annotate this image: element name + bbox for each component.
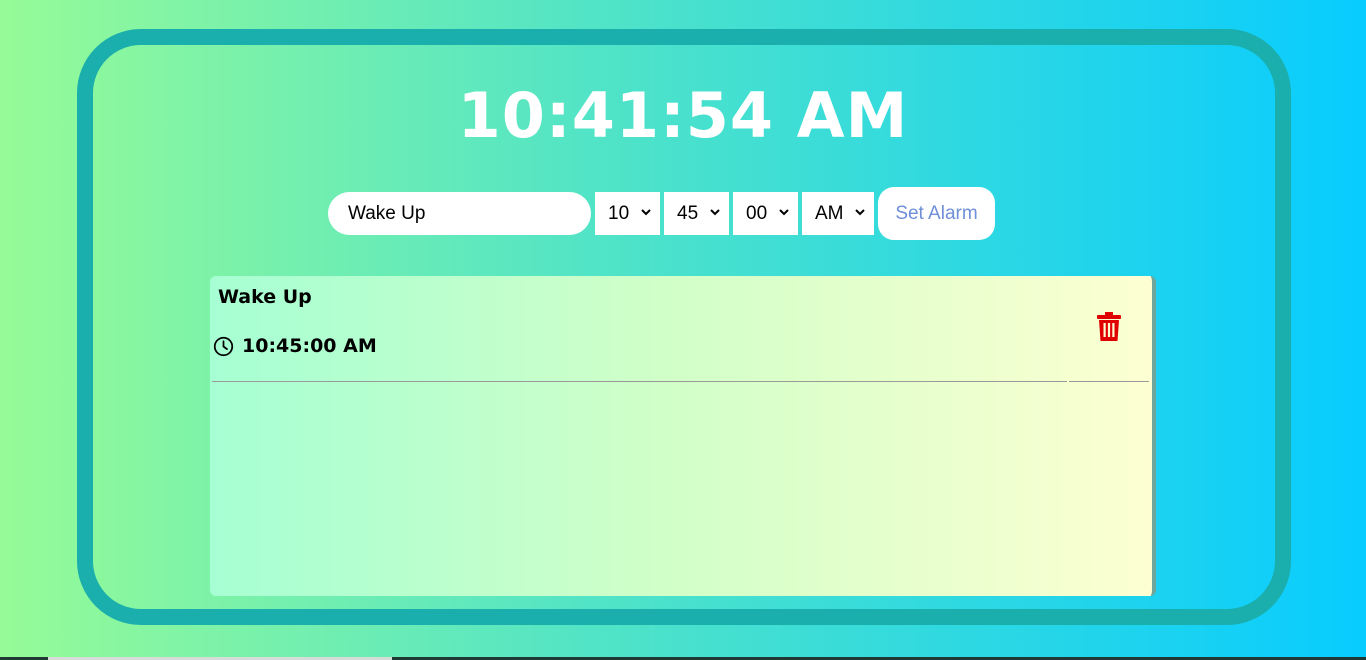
trash-icon[interactable]	[1097, 312, 1121, 341]
chevron-down-icon	[641, 209, 651, 216]
chevron-down-icon	[779, 209, 789, 216]
alarm-name-input[interactable]	[328, 192, 591, 235]
chevron-down-icon	[710, 209, 720, 216]
alarm-item-name: Wake Up	[218, 286, 312, 308]
alarm-item-time: 10:45:00 AM	[242, 335, 377, 357]
clock-icon	[213, 336, 234, 356]
ampm-select-value: AM	[815, 202, 844, 224]
chevron-down-icon	[855, 209, 865, 216]
minute-select-value: 45	[677, 202, 699, 224]
digital-clock: 10:41:54 AM	[457, 79, 909, 152]
second-select[interactable]: 00	[733, 192, 798, 235]
alarm-list: Wake Up 10:45:00 AM	[210, 276, 1156, 596]
hour-select[interactable]: 10	[595, 192, 660, 235]
list-item: Wake Up 10:45:00 AM	[210, 276, 1150, 382]
row-divider	[1069, 381, 1149, 382]
hour-select-value: 10	[608, 202, 630, 224]
minute-select[interactable]: 45	[664, 192, 729, 235]
row-divider	[212, 381, 1067, 382]
set-alarm-button[interactable]: Set Alarm	[878, 187, 995, 240]
alarm-item-time-group: 10:45:00 AM	[213, 335, 377, 357]
ampm-select[interactable]: AM	[802, 192, 874, 235]
second-select-value: 00	[746, 202, 768, 224]
